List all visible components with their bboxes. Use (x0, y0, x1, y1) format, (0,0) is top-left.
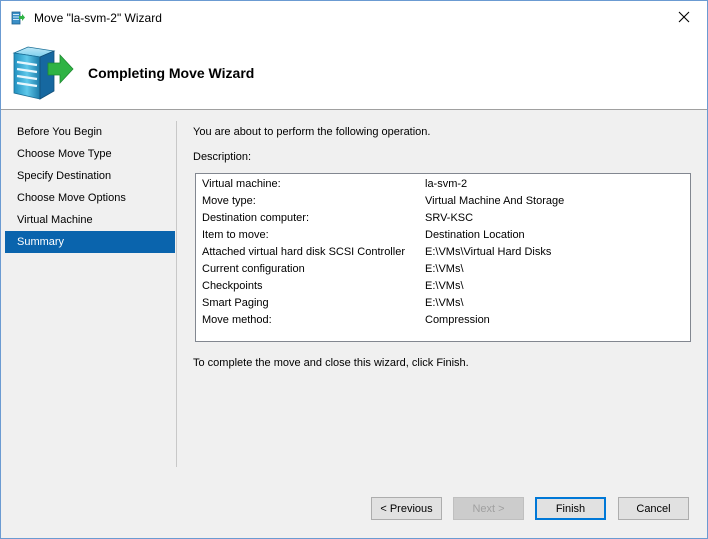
server-move-icon (10, 45, 74, 101)
close-icon (678, 11, 690, 26)
previous-button[interactable]: < Previous (371, 497, 442, 520)
summary-value: Destination Location (425, 229, 525, 241)
summary-key: Item to move: (202, 229, 269, 241)
vertical-divider (176, 121, 177, 467)
step-summary[interactable]: Summary (5, 231, 175, 253)
description-label: Description: (193, 151, 252, 163)
summary-value: E:\VMs\ (425, 280, 464, 292)
summary-key: Attached virtual hard disk SCSI Controll… (202, 246, 405, 258)
step-choose-move-type[interactable]: Choose Move Type (5, 143, 175, 165)
wizard-header: Completing Move Wizard (1, 35, 707, 110)
summary-key: Checkpoints (202, 280, 263, 292)
summary-key: Current configuration (202, 263, 305, 275)
summary-value: SRV-KSC (425, 212, 474, 224)
summary-key: Destination computer: (202, 212, 309, 224)
page-title: Completing Move Wizard (88, 65, 255, 81)
hyperv-wizard-icon (10, 10, 26, 26)
step-virtual-machine[interactable]: Virtual Machine (5, 209, 175, 231)
summary-value: Virtual Machine And Storage (425, 195, 565, 207)
step-label: Summary (17, 236, 65, 248)
step-choose-move-options[interactable]: Choose Move Options (5, 187, 175, 209)
step-label: Choose Move Options (17, 192, 126, 204)
step-label: Virtual Machine (17, 214, 93, 226)
summary-value: E:\VMs\Virtual Hard Disks (425, 246, 552, 258)
wizard-window: Move "la-svm-2" Wizard Completing Move W… (0, 0, 708, 539)
summary-value: E:\VMs\ (425, 263, 464, 275)
summary-key: Smart Paging (202, 297, 269, 309)
cancel-button[interactable]: Cancel (618, 497, 689, 520)
summary-value: la-svm-2 (425, 178, 468, 190)
step-label: Before You Begin (17, 126, 103, 138)
intro-text: You are about to perform the following o… (193, 126, 431, 138)
title-bar[interactable]: Move "la-svm-2" Wizard (1, 1, 707, 35)
close-button[interactable] (661, 1, 707, 35)
summary-key: Move type: (202, 195, 256, 207)
step-label: Choose Move Type (17, 148, 112, 160)
summary-value: E:\VMs\ (425, 297, 464, 309)
summary-key: Move method: (202, 314, 272, 326)
summary-value: Compression (425, 314, 490, 326)
step-specify-destination[interactable]: Specify Destination (5, 165, 175, 187)
step-before-you-begin[interactable]: Before You Begin (5, 121, 175, 143)
summary-key: Virtual machine: (202, 178, 281, 190)
next-button[interactable]: Next > (453, 497, 524, 520)
summary-box[interactable]: Virtual machine: la-svm-2 Move type: Vir… (195, 173, 691, 342)
wizard-steps-nav: Before You Begin Choose Move Type Specif… (5, 121, 175, 253)
window-title: Move "la-svm-2" Wizard (34, 11, 162, 25)
finish-instructions: To complete the move and close this wiza… (193, 357, 469, 369)
finish-button[interactable]: Finish (535, 497, 606, 520)
step-label: Specify Destination (17, 170, 112, 182)
